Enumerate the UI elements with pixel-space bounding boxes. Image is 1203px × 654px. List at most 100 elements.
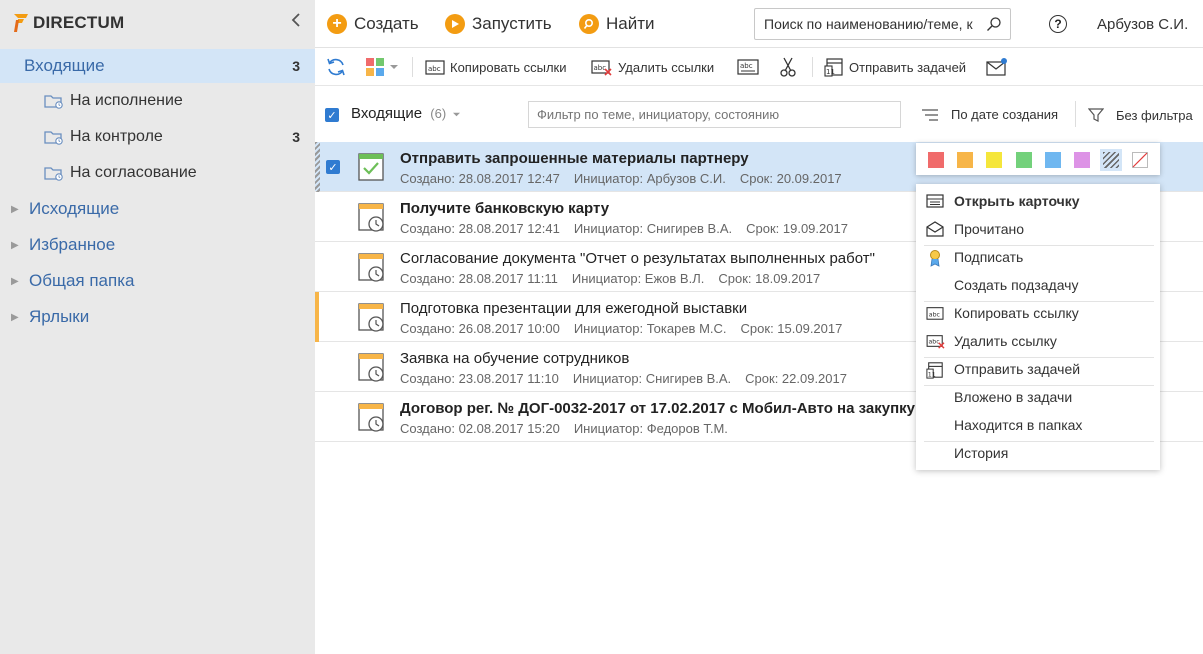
create-button[interactable]: + Создать (327, 12, 419, 36)
row-checkbox[interactable]: ✓ (326, 160, 340, 174)
sidebar-item-count: 3 (292, 129, 300, 145)
sidebar-item-outgoing[interactable]: ▶ Исходящие (0, 192, 315, 226)
top-bar: + Создать Запустить Найти ? Арбузов С.И. (315, 0, 1203, 48)
search-box (754, 8, 1011, 40)
search-input[interactable] (764, 16, 984, 32)
sidebar-item-label: Входящие (24, 56, 105, 75)
folder-clock-icon (44, 95, 63, 109)
cut-button[interactable] (779, 56, 797, 78)
text-link-icon: abc (737, 59, 759, 75)
task-done-icon (358, 153, 384, 181)
color-swatch-violet[interactable] (1074, 152, 1090, 168)
row-meta: Создано: 28.08.2017 11:11 Инициатор: Ежов… (400, 271, 834, 286)
sort-icon (922, 108, 938, 121)
menu-item-label: Вложено в задачи (954, 389, 1073, 405)
menu-item-mark-read[interactable]: Прочитано (916, 215, 1160, 243)
run-label: Запустить (472, 14, 552, 33)
color-swatch-orange[interactable] (957, 152, 973, 168)
select-all-checkbox[interactable]: ✓ (325, 108, 339, 122)
color-swatch-yellow[interactable] (986, 152, 1002, 168)
svg-text:11: 11 (826, 68, 835, 76)
sort-button[interactable]: По дате создания (921, 107, 1058, 122)
row-created: Создано: 02.08.2017 15:20 (400, 421, 560, 436)
color-swatch-hatched[interactable] (1100, 149, 1122, 171)
folder-title: Входящие (351, 105, 423, 122)
row-created: Создано: 28.08.2017 12:41 (400, 221, 560, 236)
menu-item-label: Отправить задачей (954, 361, 1081, 377)
menu-item-label: Прочитано (954, 221, 1024, 237)
help-icon[interactable]: ? (1049, 15, 1067, 33)
svg-text:abc: abc (928, 339, 940, 346)
sidebar-item-for-approval[interactable]: На согласование (0, 156, 315, 190)
search-icon[interactable] (986, 16, 1002, 32)
view-mode-button[interactable] (365, 56, 399, 78)
svg-text:abc: abc (740, 62, 753, 70)
run-button[interactable]: Запустить (445, 12, 552, 36)
drag-handle[interactable] (315, 142, 320, 192)
menu-item-send-task[interactable]: 11 Отправить задачей (916, 355, 1160, 383)
logo: DIRECTUM (12, 10, 124, 36)
send-task-icon: 11 (926, 362, 943, 379)
menu-item-copy-link[interactable]: abc Копировать ссылку (916, 299, 1160, 327)
menu-item-delete-link[interactable]: abc Удалить ссылку (916, 327, 1160, 355)
folder-clock-icon (44, 167, 63, 181)
copy-link-icon: abc (425, 60, 445, 75)
menu-item-in-folders[interactable]: Находится в папках (916, 411, 1160, 439)
copy-links-label: Копировать ссылки (450, 59, 567, 75)
copy-links-button[interactable]: abc Копировать ссылки (425, 56, 567, 78)
sidebar-item-shortcuts[interactable]: ▶ Ярлыки (0, 300, 315, 334)
refresh-icon (327, 58, 345, 76)
open-envelope-icon (926, 221, 944, 237)
row-meta: Создано: 28.08.2017 12:47 Инициатор: Арбу… (400, 171, 856, 186)
color-swatch-red[interactable] (928, 152, 944, 168)
sidebar-item-label: Общая папка (29, 271, 135, 290)
sidebar-item-favorites[interactable]: ▶ Избранное (0, 228, 315, 262)
find-button[interactable]: Найти (579, 12, 655, 36)
logo-text: DIRECTUM (33, 13, 125, 32)
filter-input[interactable] (537, 107, 887, 122)
menu-item-sign[interactable]: Подписать (916, 243, 1160, 271)
sidebar-item-for-execution[interactable]: На исполнение (0, 84, 315, 118)
row-deadline: Срок: 20.09.2017 (739, 171, 842, 186)
row-title: Согласование документа "Отчет о результа… (400, 250, 875, 267)
send-task-button[interactable]: 11 Отправить задачей (824, 56, 966, 78)
folder-clock-icon (44, 131, 63, 145)
menu-item-attached-to-tasks[interactable]: Вложено в задачи (916, 383, 1160, 411)
menu-item-create-subtask[interactable]: Создать подзадачу (916, 271, 1160, 299)
row-created: Создано: 23.08.2017 11:10 (400, 371, 559, 386)
refresh-button[interactable] (325, 56, 347, 78)
no-color-icon[interactable] (1132, 152, 1148, 168)
sidebar-item-label: На контроле (70, 128, 163, 145)
collapse-sidebar-button[interactable] (288, 10, 304, 32)
sidebar-item-on-control[interactable]: На контроле 3 (0, 120, 315, 154)
row-title: Отправить запрошенные материалы партнеру (400, 150, 749, 167)
menu-item-label: Копировать ссылку (954, 305, 1079, 321)
delete-links-button[interactable]: abc Удалить ссылки (591, 56, 714, 78)
chevron-down-icon (453, 112, 461, 117)
sidebar-item-inbox[interactable]: Входящие 3 (0, 49, 315, 83)
folder-title-dropdown[interactable]: Входящие (6) (351, 105, 461, 122)
row-meta: Создано: 02.08.2017 15:20 Инициатор: Федо… (400, 421, 742, 436)
text-link-button[interactable]: abc (737, 56, 759, 78)
scissors-icon (780, 57, 796, 77)
filter-toggle-button[interactable]: Без фильтра (1088, 107, 1193, 123)
menu-item-history[interactable]: История (916, 439, 1160, 467)
row-deadline: Срок: 18.09.2017 (718, 271, 821, 286)
sidebar-item-label: Исходящие (29, 199, 120, 218)
funnel-icon (1088, 108, 1104, 122)
menu-item-open-card[interactable]: Открыть карточку (916, 187, 1160, 215)
user-name[interactable]: Арбузов С.И. (1097, 16, 1188, 33)
send-email-button[interactable] (986, 56, 1008, 78)
row-deadline: Срок: 15.09.2017 (740, 321, 843, 336)
card-icon (926, 194, 944, 208)
color-swatch-blue[interactable] (1045, 152, 1061, 168)
color-swatch-green[interactable] (1016, 152, 1032, 168)
row-initiator: Инициатор: Снигирев В.А. (573, 221, 733, 236)
row-initiator: Инициатор: Снигирев В.А. (572, 371, 732, 386)
row-created: Создано: 28.08.2017 12:47 (400, 171, 560, 186)
row-color-flag (315, 292, 319, 342)
svg-text:abc: abc (929, 312, 941, 319)
menu-item-label: Подписать (954, 249, 1024, 265)
sidebar-item-shared-folder[interactable]: ▶ Общая папка (0, 264, 315, 298)
toolbar-divider (812, 57, 813, 77)
